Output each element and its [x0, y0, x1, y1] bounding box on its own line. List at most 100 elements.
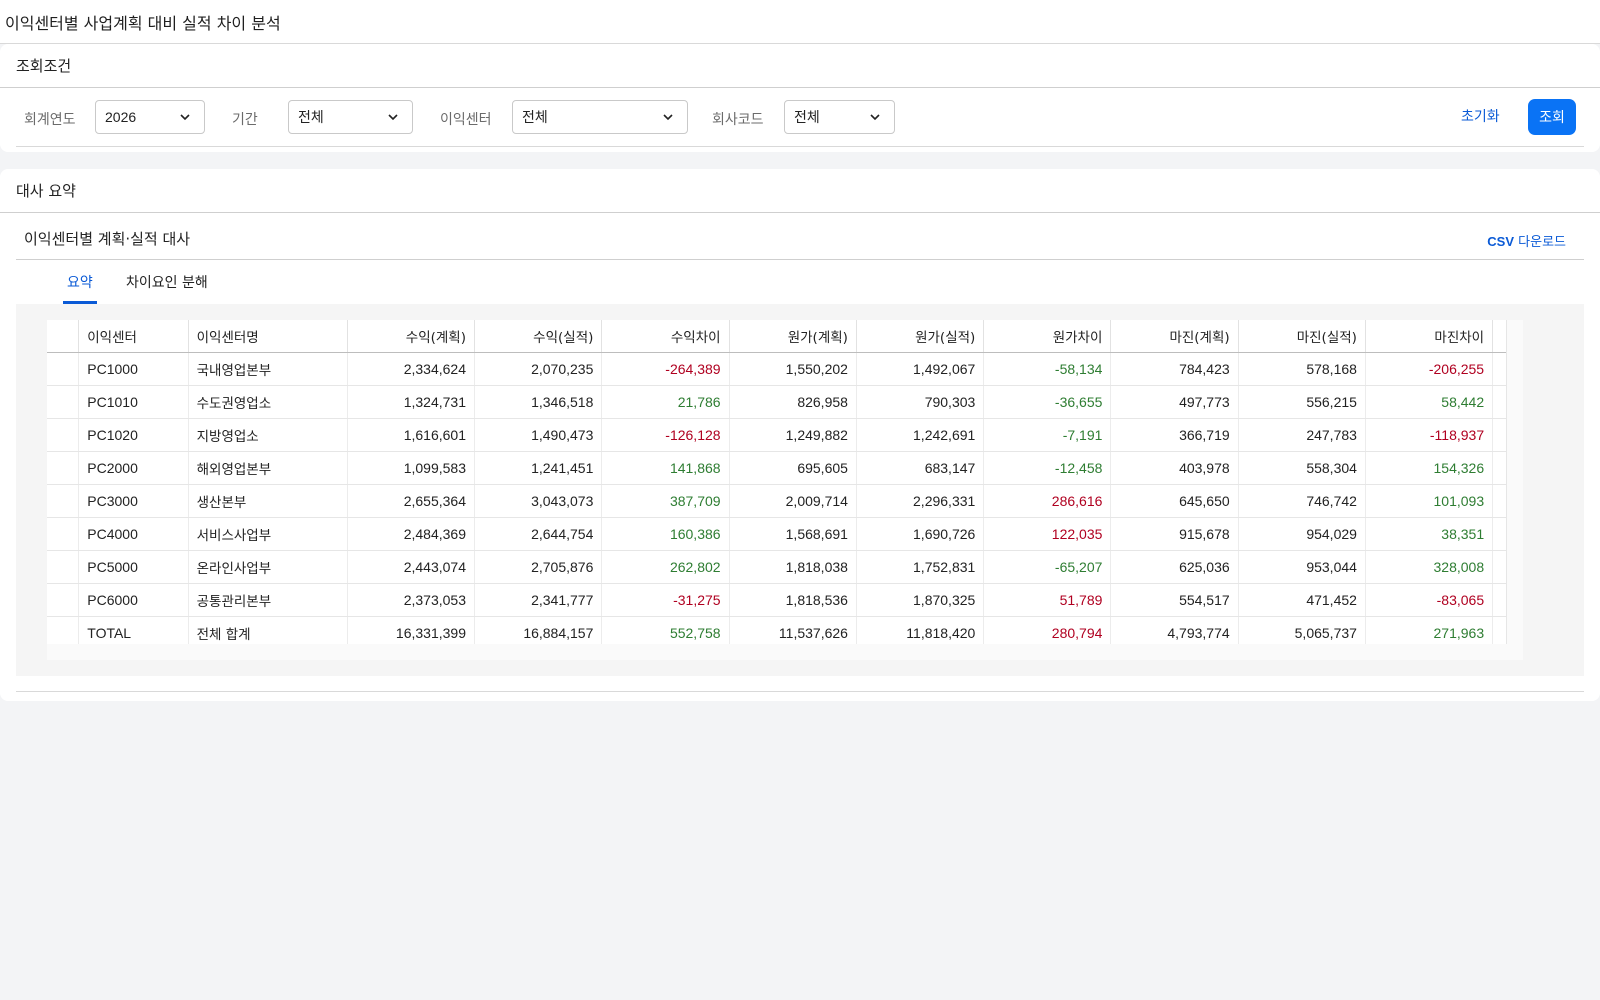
profit-center-value: 전체 — [522, 110, 548, 126]
period-select[interactable]: 전체 — [288, 100, 413, 134]
query-button[interactable]: 조회 — [1528, 99, 1576, 135]
table-cell: 1,752,831 — [856, 550, 985, 584]
table-cell: 695,605 — [729, 451, 857, 485]
column-header[interactable]: 마진(계획) — [1110, 320, 1239, 353]
table-cell: PC1010 — [78, 385, 189, 419]
table-cell: 2,443,074 — [347, 550, 476, 584]
column-header[interactable]: 원가(실적) — [856, 320, 985, 353]
table-cell: 1,242,691 — [856, 418, 985, 452]
tab-summary[interactable]: 요약 — [63, 272, 97, 304]
company-code-select[interactable]: 전체 — [784, 100, 895, 134]
profit-center-select[interactable]: 전체 — [512, 100, 688, 134]
table-cell: 공통관리본부 — [188, 583, 348, 617]
tab-variance-breakdown[interactable]: 차이요인 분해 — [126, 272, 208, 292]
table-cell: 생산본부 — [188, 484, 348, 518]
grid-area: 이익센터 이익센터명 수익(계획) 수익(실적) 수익차이 원가(계획) 원가(실적) 원가차… — [16, 304, 1584, 676]
table-cell: 554,517 — [1110, 583, 1239, 617]
table-cell: -126,128 — [601, 418, 730, 452]
column-header[interactable]: 마진차이 — [1365, 320, 1494, 353]
table-cell: 1,550,202 — [729, 352, 857, 386]
filter-row: 회계연도 2026 기간 전체 이익센터 전체 회사코드 전체 초기화 조회 — [16, 98, 1584, 147]
table-cell: 온라인사업부 — [188, 550, 348, 584]
summary-table: 이익센터 이익센터명 수익(계획) 수익(실적) 수익차이 원가(계획) 원가(실적) 원가차… — [47, 320, 1523, 650]
column-header[interactable]: 마진(실적) — [1238, 320, 1366, 353]
table-cell: 556,215 — [1238, 385, 1366, 419]
summary-panel-title: 대사 요약 — [0, 169, 1600, 213]
table-cell: 2,009,714 — [729, 484, 857, 518]
column-header[interactable]: 수익(실적) — [474, 320, 603, 353]
table-cell: 서비스사업부 — [188, 517, 348, 551]
table-cell: 국내영업본부 — [188, 352, 348, 386]
table-cell: 58,442 — [1365, 385, 1494, 419]
period-value: 전체 — [298, 110, 324, 126]
table-cell: 915,678 — [1110, 517, 1239, 551]
vertical-scrollbar[interactable] — [1506, 320, 1523, 660]
csv-download-link[interactable]: CSV 다운로드 — [1487, 231, 1566, 250]
table-cell: 2,334,624 — [347, 352, 476, 386]
table-cell: 160,386 — [601, 517, 730, 551]
page-title: 이익센터별 사업계획 대비 실적 차이 분석 — [0, 0, 1600, 44]
table-cell: 1,324,731 — [347, 385, 476, 419]
row-selector-cell — [47, 451, 80, 485]
table-cell: 1,616,601 — [347, 418, 476, 452]
table-cell: 2,644,754 — [474, 517, 603, 551]
table-cell: 262,802 — [601, 550, 730, 584]
csv-download-label: 다운로드 — [1514, 235, 1566, 250]
column-header[interactable]: 원가(계획) — [729, 320, 857, 353]
table-row[interactable]: PC6000 공통관리본부 2,373,053 2,341,777 -31,275 1,8… — [47, 583, 1523, 617]
summary-subheader: 이익센터별 계획·실적 대사 CSV 다운로드 — [16, 224, 1584, 260]
table-cell: 790,303 — [856, 385, 985, 419]
table-cell: 497,773 — [1110, 385, 1239, 419]
table-cell: PC1000 — [78, 352, 189, 386]
row-selector-cell — [47, 550, 80, 584]
table-cell: 2,341,777 — [474, 583, 603, 617]
fiscal-year-label: 회계연도 — [24, 112, 76, 128]
table-cell: 953,044 — [1238, 550, 1366, 584]
period-label: 기간 — [232, 112, 258, 128]
table-cell: 38,351 — [1365, 517, 1494, 551]
row-selector-cell — [47, 583, 80, 617]
column-header[interactable]: 원가차이 — [983, 320, 1112, 353]
table-row[interactable]: PC1020 지방영업소 1,616,601 1,490,473 -126,128 1,2… — [47, 418, 1523, 452]
table-cell: 141,868 — [601, 451, 730, 485]
table-cell: 2,373,053 — [347, 583, 476, 617]
table-cell: 1,241,451 — [474, 451, 603, 485]
chevron-down-icon — [388, 114, 398, 121]
table-row[interactable]: PC1010 수도권영업소 1,324,731 1,346,518 21,786 826,… — [47, 385, 1523, 419]
column-header[interactable]: 이익센터 — [78, 320, 189, 353]
table-row[interactable]: PC4000 서비스사업부 2,484,369 2,644,754 160,386 1,5… — [47, 517, 1523, 551]
table-cell: 2,484,369 — [347, 517, 476, 551]
table-cell: -264,389 — [601, 352, 730, 386]
table-row[interactable]: PC2000 해외영업본부 1,099,583 1,241,451 141,868 695… — [47, 451, 1523, 485]
column-header[interactable]: 수익차이 — [601, 320, 730, 353]
table-cell: 746,742 — [1238, 484, 1366, 518]
column-header[interactable]: 수익(계획) — [347, 320, 476, 353]
table-row[interactable]: PC5000 온라인사업부 2,443,074 2,705,876 262,802 1,8… — [47, 550, 1523, 584]
table-row[interactable]: PC3000 생산본부 2,655,364 3,043,073 387,709 2,009… — [47, 484, 1523, 518]
company-code-value: 전체 — [794, 110, 820, 126]
company-code-label: 회사코드 — [712, 112, 764, 128]
table-cell: 784,423 — [1110, 352, 1239, 386]
table-cell: 122,035 — [983, 517, 1112, 551]
filter-panel-title: 조회조건 — [0, 44, 1600, 88]
table-cell: 1,870,325 — [856, 583, 985, 617]
fiscal-year-select[interactable]: 2026 — [95, 100, 205, 134]
chevron-down-icon — [180, 114, 190, 121]
table-cell: -65,207 — [983, 550, 1112, 584]
row-selector-cell — [47, 385, 80, 419]
table-cell: 101,093 — [1365, 484, 1494, 518]
table-row[interactable]: PC1000 국내영업본부 2,334,624 2,070,235 -264,389 1,… — [47, 352, 1523, 386]
table-cell: 954,029 — [1238, 517, 1366, 551]
table-cell: 625,036 — [1110, 550, 1239, 584]
table-cell: 403,978 — [1110, 451, 1239, 485]
table-cell: 1,818,536 — [729, 583, 857, 617]
column-header[interactable]: 이익센터명 — [188, 320, 348, 353]
table-cell: PC4000 — [78, 517, 189, 551]
reset-button[interactable]: 초기화 — [1461, 106, 1500, 126]
summary-subtitle: 이익센터별 계획·실적 대사 — [24, 230, 191, 248]
table-cell: 683,147 — [856, 451, 985, 485]
table-cell: -12,458 — [983, 451, 1112, 485]
table-cell: -118,937 — [1365, 418, 1494, 452]
row-selector-cell — [47, 484, 80, 518]
table-cell: 1,490,473 — [474, 418, 603, 452]
